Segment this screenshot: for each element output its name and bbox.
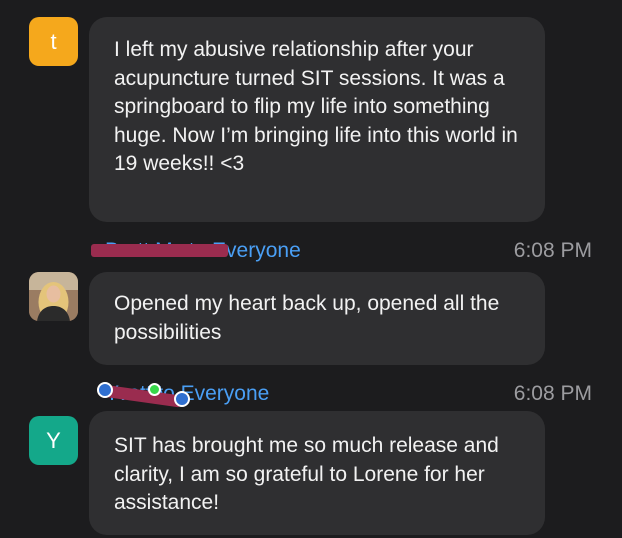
avatar-initial: Y xyxy=(46,427,61,453)
chat-panel: t I left my abusive relationship after y… xyxy=(0,0,622,538)
message-bubble-3[interactable]: SIT has brought me so much release and c… xyxy=(89,411,545,535)
message-bubble-1[interactable]: I left my abusive relationship after you… xyxy=(89,17,545,222)
message-text: SIT has brought me so much release and c… xyxy=(114,434,499,514)
selection-handle-end[interactable] xyxy=(174,391,190,407)
avatar-photo xyxy=(29,272,78,321)
redaction-mark xyxy=(91,244,228,257)
selection-handle-start[interactable] xyxy=(97,382,113,398)
message-text: I left my abusive relationship after you… xyxy=(114,38,518,175)
selection-handle-middle[interactable] xyxy=(148,383,161,396)
timestamp: 6:08 PM xyxy=(513,239,592,262)
timestamp: 6:08 PM xyxy=(513,382,592,405)
message-bubble-2[interactable]: Opened my heart back up, opened all the … xyxy=(89,272,545,365)
avatar-initial: t xyxy=(50,28,57,54)
message-text: Opened my heart back up, opened all the … xyxy=(114,292,500,344)
avatar-y: Y xyxy=(29,416,78,465)
avatar-t: t xyxy=(29,17,78,66)
profile-photo-icon xyxy=(29,272,78,321)
